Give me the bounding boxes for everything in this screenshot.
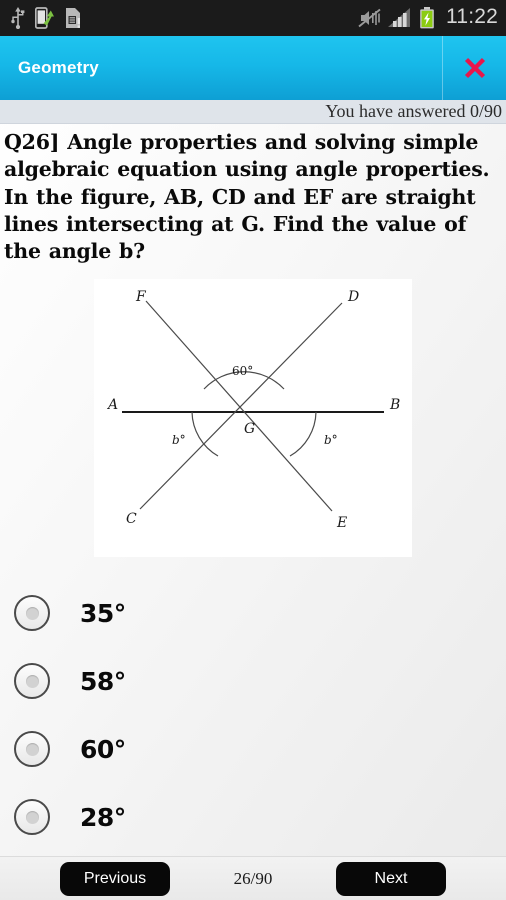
app-title-bar: Geometry [0,36,506,100]
battery-charging-icon [420,7,434,29]
figure-label-F: F [135,289,147,305]
question-counter: 26/90 [233,868,273,888]
question-text: Q26] Angle properties and solving simple… [4,130,490,263]
radio-inner-dot [25,742,39,756]
figure-label-left-angle: b° [172,433,186,447]
radio-inner-dot [25,674,39,688]
answer-options-list: 35° 58° 60° 28° [0,579,506,851]
radio-button-0[interactable] [14,595,50,632]
answered-progress-bar: You have answered 0/90 [0,100,506,124]
status-icons-left [10,7,83,29]
question-content-area: You have answered 0/90 Q26] Angle proper… [0,100,506,900]
figure-label-C: C [126,511,137,527]
figure-container: A B C D E F G 60° b° b° [0,279,506,558]
radio-inner-dot [25,810,39,824]
page-title: Geometry [18,58,99,77]
radio-button-2[interactable] [14,731,50,768]
silent-vibrate-off-icon [358,8,381,28]
figure-label-A: A [106,397,118,413]
answer-option-label-3: 28° [80,802,126,832]
figure-label-G: G [244,421,255,437]
figure-label-E: E [336,515,347,531]
radio-button-1[interactable] [14,663,50,700]
answer-option-label-2: 60° [80,734,126,764]
radio-button-3[interactable] [14,799,50,836]
next-button[interactable]: Next [336,861,446,896]
usb-icon [11,7,25,29]
geometry-figure: A B C D E F G 60° b° b° [94,279,412,558]
answer-option-label-1: 58° [80,666,126,696]
geometry-diagram-svg: A B C D E F G 60° b° b° [94,279,412,558]
close-x-icon [464,57,485,79]
answer-option-3[interactable]: 28° [0,783,506,851]
answered-count-text: You have answered 0/90 [325,101,502,121]
sim-card-alert-icon [66,8,80,28]
figure-label-B: B [389,397,400,413]
signal-bars-icon [388,8,410,27]
bottom-navigation-bar: Previous 26/90 Next [0,856,506,900]
status-clock: 11:22 [446,5,498,28]
figure-label-D: D [347,289,359,305]
usb-transfer-icon [35,7,54,29]
figure-label-top-angle: 60° [232,364,253,378]
close-button[interactable] [443,36,506,100]
radio-inner-dot [25,606,39,620]
answer-option-0[interactable]: 35° [0,579,506,647]
answer-option-1[interactable]: 58° [0,647,506,715]
figure-label-right-angle: b° [324,433,338,447]
status-icons-right: 11:22 [357,5,498,30]
answer-option-label-0: 35° [80,598,126,628]
android-status-bar: 11:22 [0,0,506,36]
answer-option-2[interactable]: 60° [0,715,506,783]
previous-button[interactable]: Previous [60,861,170,896]
